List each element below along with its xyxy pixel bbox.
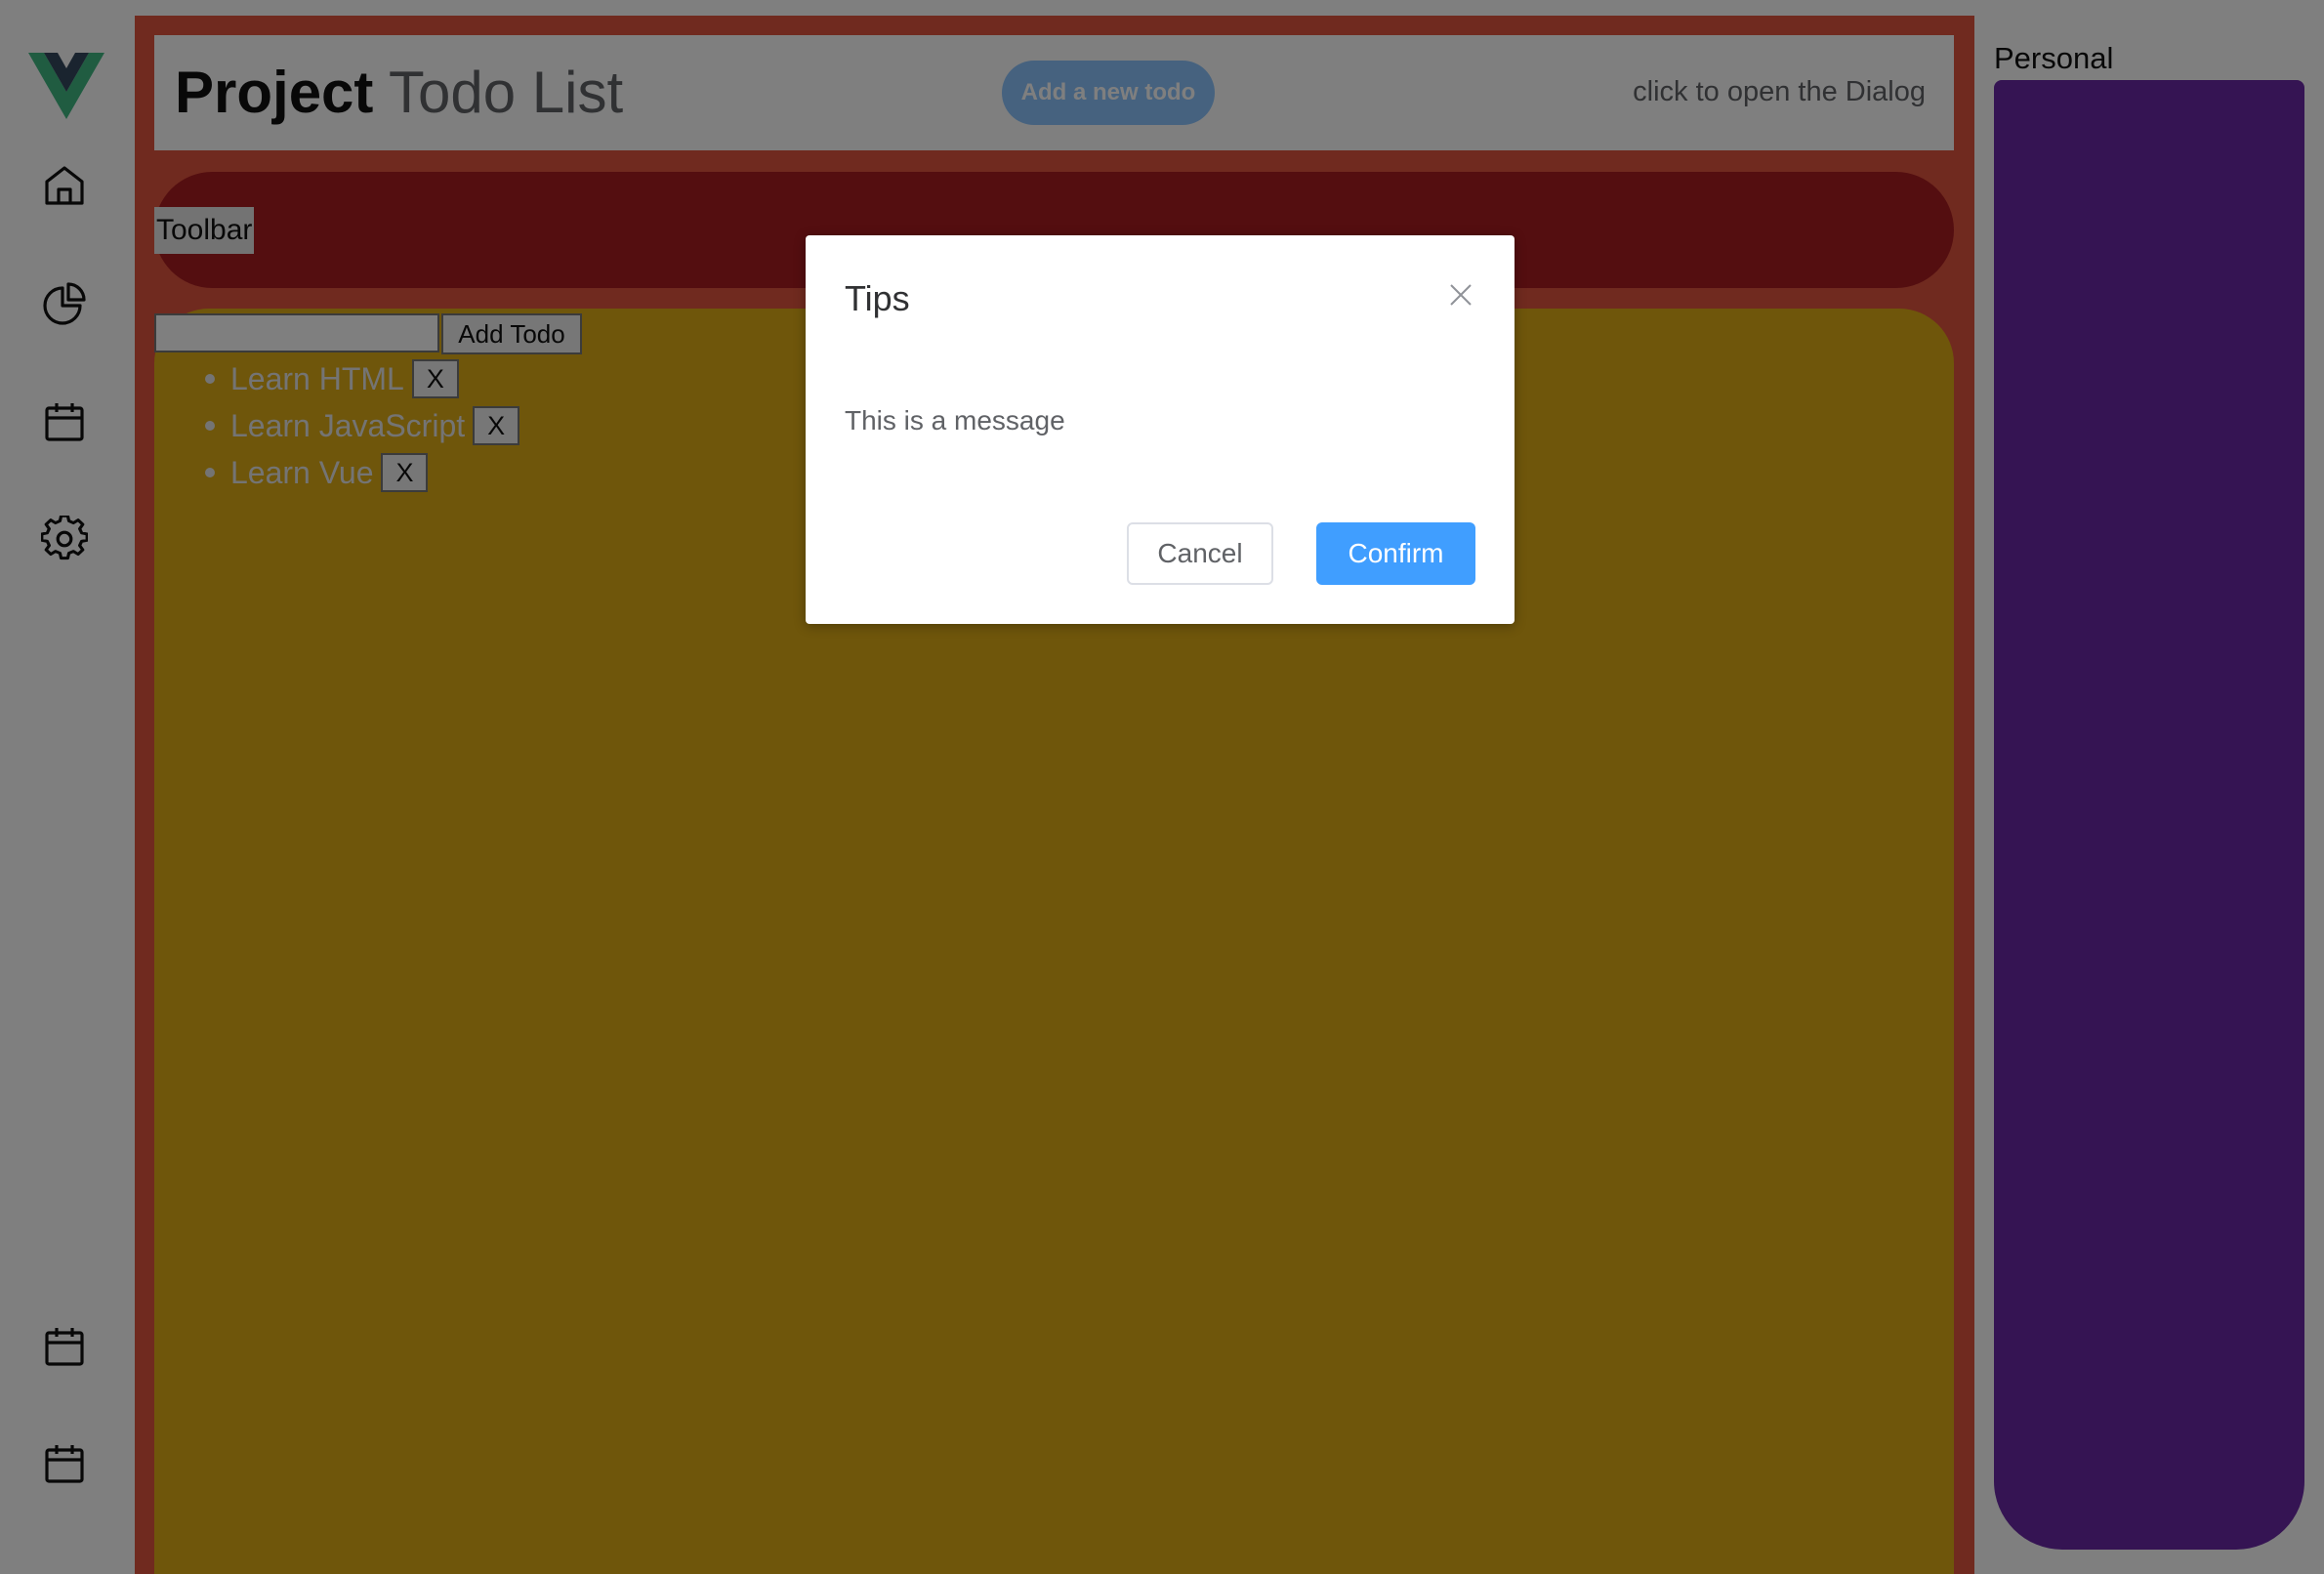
close-icon[interactable] (1446, 280, 1475, 310)
tips-dialog: Tips This is a message Cancel Confirm (806, 235, 1515, 624)
dialog-message: This is a message (845, 405, 1065, 435)
confirm-button[interactable]: Confirm (1316, 522, 1475, 585)
cancel-button[interactable]: Cancel (1127, 522, 1273, 585)
dialog-title: Tips (845, 278, 910, 318)
